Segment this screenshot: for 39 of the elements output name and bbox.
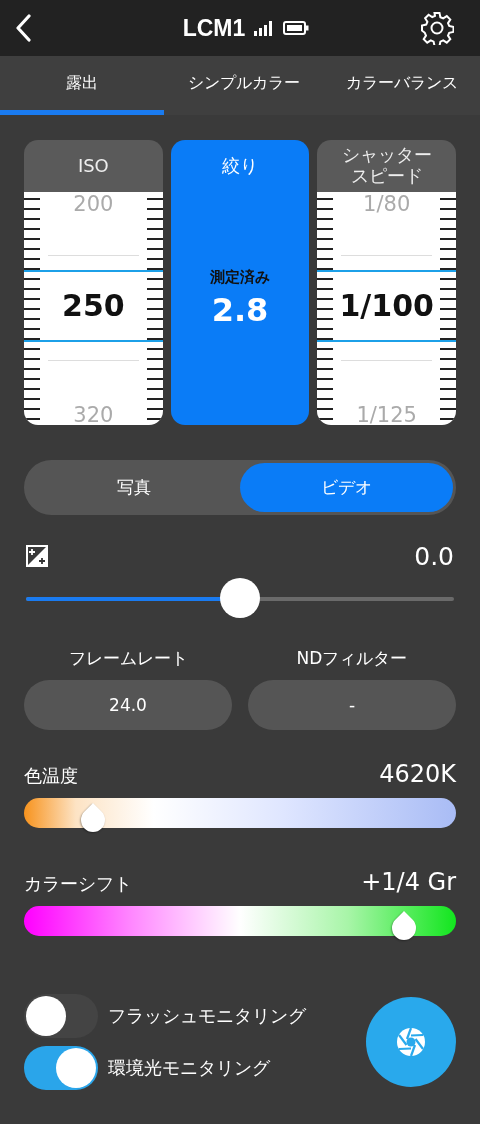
mode-option[interactable]: 写真 [27,463,240,512]
toggle-switch[interactable] [24,1046,98,1090]
dial-label: ISO [77,155,109,177]
dial-value: 250 [61,288,126,323]
toggle-switch[interactable] [24,994,98,1038]
slider-label: カラーシフト [24,872,132,896]
slider-label: 色温度 [24,764,78,788]
back-icon[interactable] [14,14,32,42]
field-label: フレームレート [68,647,188,670]
dial-status: 測定済み [210,268,270,287]
scale-value: 1/125 [355,403,418,425]
tab[interactable]: 露出 [0,56,164,115]
toggle-label: 環境光モニタリング [108,1056,270,1080]
dial-value: 2.8 [211,291,269,329]
mode-option[interactable]: ビデオ [240,463,453,512]
aperture-icon [396,1027,426,1057]
slider-thumb[interactable] [220,578,260,618]
device-title: LCM1 [182,14,246,42]
tab[interactable]: カラーバランス [324,56,480,115]
dial-value: 1/100 [338,288,435,323]
battery-icon [283,21,310,35]
dial-card[interactable]: シャッタースピード 1/80 1/100 1/125 [317,140,456,425]
dial-card[interactable]: ISO 200 250 320 [24,140,163,425]
dial-label: 絞り [222,154,258,178]
value-field[interactable]: 24.0 [24,680,232,730]
exposure-compensation-icon [26,545,48,567]
value-field[interactable]: - [248,680,456,730]
scale-value: 200 [72,192,115,216]
slider-value: +1/4 Gr [361,868,456,896]
tab[interactable]: シンプルカラー [164,56,324,115]
exposure-value: 0.0 [414,541,454,571]
toggle-label: フラッシュモニタリング [108,1004,306,1028]
settings-icon[interactable] [420,11,454,45]
field-label: NDフィルター [296,647,408,670]
scale-value: 1/80 [362,192,412,216]
scale-value: 320 [72,403,115,425]
slider-value: 4620K [379,760,456,788]
dial-card[interactable]: 絞り 測定済み 2.8 [170,140,310,425]
dial-label: シャッタースピード [340,145,433,187]
